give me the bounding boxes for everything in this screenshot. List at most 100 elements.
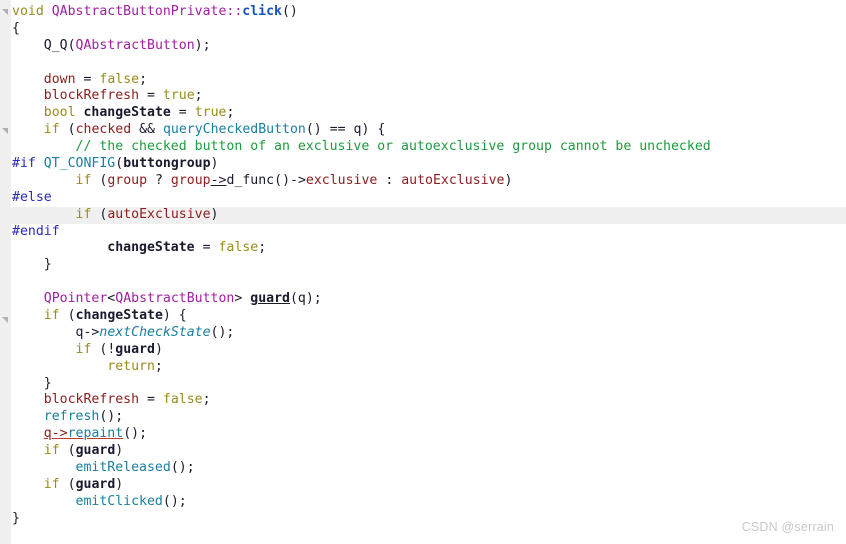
token-var-q: q <box>353 122 362 138</box>
token-paren-open: ( <box>67 122 76 138</box>
token-paren-close: ) <box>210 156 219 172</box>
token-type-qpointer: QPointer <box>43 291 108 307</box>
code-line[interactable]: if (!guard) <box>0 342 846 359</box>
fold-marker-column <box>0 0 10 544</box>
token-member-down: down <box>43 71 76 87</box>
code-line[interactable]: // the checked button of an exclusive or… <box>0 139 846 156</box>
token-member-autoexclusive: autoExclusive <box>401 172 505 188</box>
token-keyword-if: if <box>75 172 92 188</box>
code-line[interactable]: if (checked && queryCheckedButton() == q… <box>0 122 846 139</box>
code-line-highlighted[interactable]: if (autoExclusive) <box>0 206 846 224</box>
code-line[interactable]: QPointer<QAbstractButton> guard(q); <box>0 291 846 308</box>
code-line[interactable]: down = false; <box>0 72 846 89</box>
token-paren-close: ) <box>115 443 124 459</box>
code-line[interactable]: changeState = false; <box>0 240 846 257</box>
code-line[interactable]: #endif <box>0 224 846 241</box>
code-line[interactable]: if (guard) <box>0 477 846 494</box>
watermark-text: CSDN @serrain <box>741 520 834 535</box>
token-close-brace: } <box>43 257 52 273</box>
token-keyword-if: if <box>43 476 60 492</box>
fold-arrow-if-changestate-icon[interactable] <box>1 316 9 324</box>
token-macro-q-q: Q_Q <box>43 37 68 53</box>
token-parens: () <box>281 4 298 19</box>
code-line[interactable]: bool changeState = true; <box>0 105 846 122</box>
code-line[interactable]: #if QT_CONFIG(buttongroup) <box>0 156 846 173</box>
token-parens-semicolon: (); <box>162 493 187 509</box>
token-ternary-colon: : <box>385 172 394 188</box>
code-line[interactable]: } <box>0 257 846 274</box>
token-member-group: group <box>170 172 211 188</box>
token-literal-true: true <box>194 105 227 121</box>
code-line[interactable]: refresh(); <box>0 409 846 426</box>
token-paren-close-brace: ) { <box>361 122 386 138</box>
token-member-checked: checked <box>75 122 132 138</box>
token-macro-qt-config: QT_CONFIG <box>43 156 116 172</box>
code-line[interactable]: emitReleased(); <box>0 460 846 477</box>
token-keyword-if: if <box>43 308 60 324</box>
token-paren-close-semicolon: ); <box>194 37 211 53</box>
token-preprocessor-endif: #endif <box>12 223 60 239</box>
code-line[interactable]: blockRefresh = true; <box>0 88 846 105</box>
token-logical-and: && <box>139 122 155 138</box>
code-line[interactable]: q->nextCheckState(); <box>0 325 846 342</box>
token-function-repaint: repaint <box>67 426 124 442</box>
token-paren-open: ( <box>67 476 76 492</box>
token-assign: = <box>178 105 187 121</box>
token-close-brace: } <box>12 510 20 526</box>
code-line[interactable]: blockRefresh = false; <box>0 392 846 409</box>
token-parens-semicolon: (); <box>210 324 235 340</box>
token-arrow-operator: -> <box>51 426 68 442</box>
token-literal-false: false <box>218 240 259 256</box>
token-local-changestate: changeState <box>107 240 195 256</box>
token-type-qabstractbutton: QAbstractButton <box>75 37 195 53</box>
token-semicolon: ; <box>154 358 163 374</box>
code-line[interactable]: Q_Q(QAbstractButton); <box>0 38 846 55</box>
code-line[interactable]: } <box>0 376 846 393</box>
token-open-brace: { <box>12 20 20 36</box>
token-paren-open: ( <box>67 37 76 53</box>
token-keyword-if: if <box>43 443 60 459</box>
token-semicolon: ; <box>194 88 203 104</box>
token-paren-open-not: (! <box>99 341 116 357</box>
token-assign: = <box>147 88 155 104</box>
code-line-blank[interactable] <box>0 274 846 291</box>
code-editor[interactable]: void QAbstractButtonPrivate::click() { Q… <box>0 0 846 544</box>
token-keyword-void: void <box>12 4 44 19</box>
code-line[interactable]: { <box>0 21 846 38</box>
code-line[interactable]: #else <box>0 190 846 207</box>
token-assign: = <box>202 240 211 256</box>
token-member-autoexclusive: autoExclusive <box>107 206 211 222</box>
token-function-emitreleased: emitReleased <box>75 460 171 476</box>
token-local-guard: guard <box>75 476 116 492</box>
fold-arrow-function-start-icon[interactable] <box>1 8 9 16</box>
token-local-guard-declaration: guard <box>250 291 290 307</box>
token-paren-close-semicolon: ); <box>305 291 322 307</box>
token-member-group: group <box>107 172 148 188</box>
code-line[interactable]: if (group ? group->d_func()->exclusive :… <box>0 173 846 190</box>
token-arrow-operator: -> <box>210 172 227 188</box>
token-parens-semicolon: (); <box>99 409 124 425</box>
code-line[interactable]: q->repaint(); <box>0 426 846 443</box>
code-line[interactable]: } <box>0 511 846 528</box>
token-keyword-if: if <box>75 206 92 222</box>
token-member-blockrefresh: blockRefresh <box>43 88 140 104</box>
code-line-blank[interactable] <box>0 55 846 72</box>
token-type-qabstractbutton: QAbstractButton <box>115 291 235 307</box>
token-close-brace: } <box>43 375 52 391</box>
fold-arrow-if-block-icon[interactable] <box>1 127 9 135</box>
code-line[interactable]: void QAbstractButtonPrivate::click() <box>0 4 846 21</box>
token-parens-semicolon: (); <box>170 460 195 476</box>
code-line[interactable]: if (changeState) { <box>0 308 846 325</box>
code-line[interactable]: if (guard) <box>0 443 846 460</box>
token-local-changestate: changeState <box>83 105 171 121</box>
token-literal-true: true <box>162 88 195 104</box>
code-line[interactable]: return; <box>0 359 846 376</box>
token-semicolon: ; <box>258 240 267 256</box>
token-paren-open: ( <box>115 156 124 172</box>
token-paren-close: ) <box>504 172 513 188</box>
code-line[interactable]: emitClicked(); <box>0 494 846 511</box>
token-arg-buttongroup: buttongroup <box>123 156 211 172</box>
token-paren-close: ) <box>154 341 163 357</box>
token-type-qabstractbuttonprivate: QAbstractButtonPrivate <box>51 4 227 19</box>
code-content[interactable]: void QAbstractButtonPrivate::click() { Q… <box>0 4 846 528</box>
